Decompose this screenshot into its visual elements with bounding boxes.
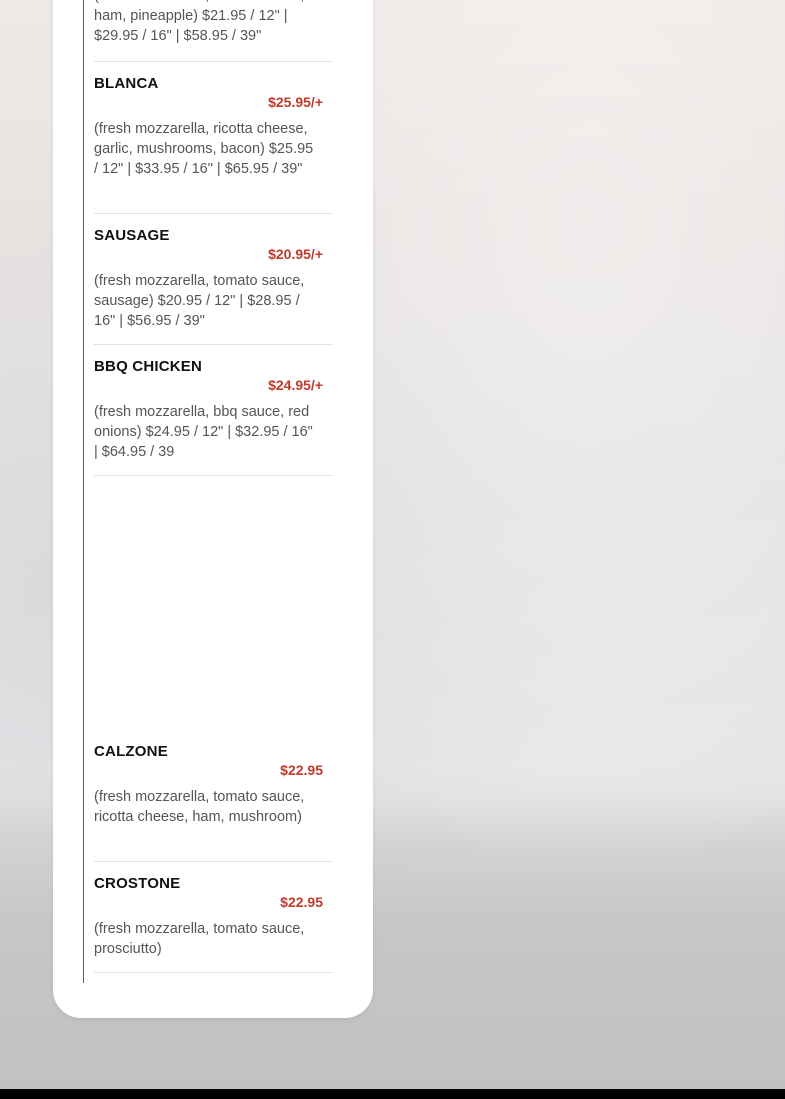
item-description: (fresh mozzarella, tomato sauce, prosciu… [94,921,305,957]
menu-divider [94,861,333,862]
menu-accent-line [83,0,84,983]
menu-divider [94,61,333,62]
item-name: CALZONE [94,743,168,760]
menu-divider [94,213,333,214]
item-name: CROSTONE [94,875,181,892]
item-description: (fresh mozzarella, tomato sauce, sausage… [94,273,305,329]
item-price: $22.95 [280,894,323,910]
item-name: BBQ CHICKEN [94,358,203,375]
menu-divider [94,972,333,973]
item-name: BLANCA [94,75,159,92]
item-description: (fresh mozzarella, tomato sauce, ricotta… [94,789,305,825]
menu-divider [94,475,333,476]
item-description: (fresh mozzarella, ricotta cheese, garli… [94,121,314,177]
item-description: (fresh mozzarella, bbq sauce, red onions… [94,404,313,460]
item-name: SAUSAGE [94,227,170,244]
footer-bar [0,1089,785,1099]
item-price: $20.95/+ [268,246,323,262]
item-price: $24.95/+ [268,377,323,393]
item-price: $25.95/+ [268,94,323,110]
item-description: (fresh mozzarella, tomato sauce, ham, pi… [94,0,304,44]
menu-divider [94,344,333,345]
item-price: $22.95 [280,762,323,778]
